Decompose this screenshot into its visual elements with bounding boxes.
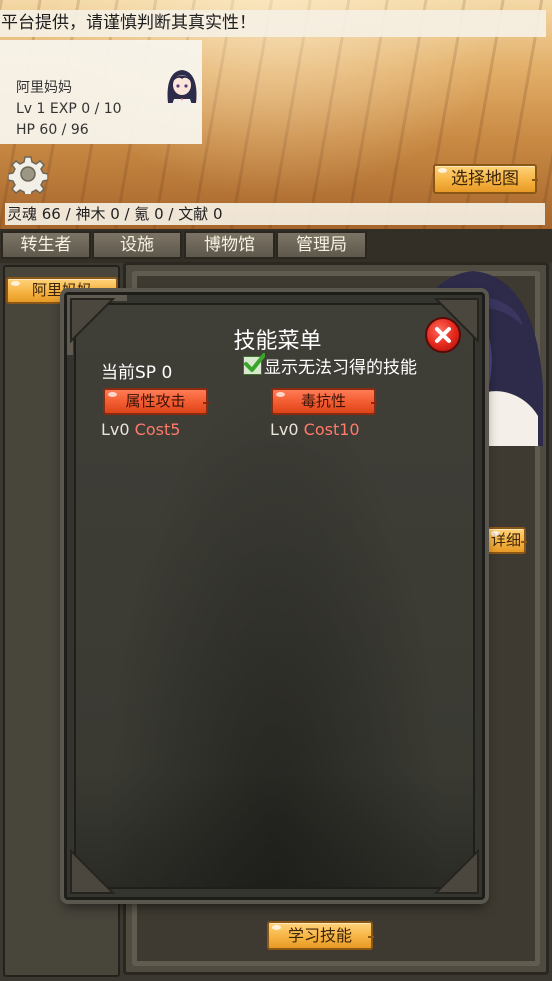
close-icon [435, 327, 451, 343]
skill-button-poison-resistance[interactable]: 毒抗性 [271, 388, 377, 415]
check-icon [244, 352, 265, 372]
character-level-exp: Lv 1 EXP 0 / 10 [16, 101, 122, 117]
character-name: 阿里妈妈 [16, 80, 72, 96]
corner-ornament [433, 848, 479, 894]
tab-reincarnator[interactable]: 转生者 [1, 231, 91, 259]
tab-facilities[interactable]: 设施 [92, 231, 182, 259]
notice-banner: 平台提供，请谨慎判断其真实性！ [0, 10, 546, 37]
show-unlearnable-checkbox[interactable] [243, 352, 265, 375]
select-map-button[interactable]: 选择地图 [433, 164, 538, 194]
skill-level: Lv0 [101, 420, 130, 439]
skill-button-attribute-attack[interactable]: 属性攻击 [103, 388, 209, 415]
skill-info-poison-resistance: Lv0 Cost10 [270, 420, 360, 439]
gear-icon[interactable] [8, 154, 48, 194]
skill-cost: Cost5 [134, 420, 181, 439]
corner-ornament [70, 848, 116, 894]
learn-skill-button[interactable]: 学习技能 [267, 921, 374, 950]
show-unlearnable-toggle[interactable]: 显示无法习得的技能 [243, 352, 417, 378]
detail-button[interactable]: 详细 [486, 527, 527, 554]
tab-museum[interactable]: 博物馆 [184, 231, 275, 259]
skill-info-attribute-attack: Lv0 Cost5 [101, 420, 180, 439]
show-unlearnable-label: 显示无法习得的技能 [264, 357, 417, 378]
character-hp: HP 60 / 96 [16, 122, 89, 138]
skill-menu-modal: 技能菜单 当前SP 0 显示无法习得的技能 属性攻击 Lv0 Cost5 毒抗性… [64, 292, 485, 900]
close-button[interactable] [425, 317, 461, 353]
character-portrait [167, 70, 197, 105]
character-status-card: 阿里妈妈 Lv 1 EXP 0 / 10 HP 60 / 96 [0, 40, 202, 144]
current-sp: 当前SP 0 [101, 363, 173, 383]
skill-cost: Cost10 [303, 420, 360, 439]
resources-bar: 灵魂 66 / 神木 0 / 氪 0 / 文献 0 [5, 203, 545, 225]
tab-bureau[interactable]: 管理局 [276, 231, 367, 259]
skill-level: Lv0 [270, 420, 299, 439]
main-tab-bar: 转生者 设施 博物馆 管理局 [0, 229, 552, 263]
